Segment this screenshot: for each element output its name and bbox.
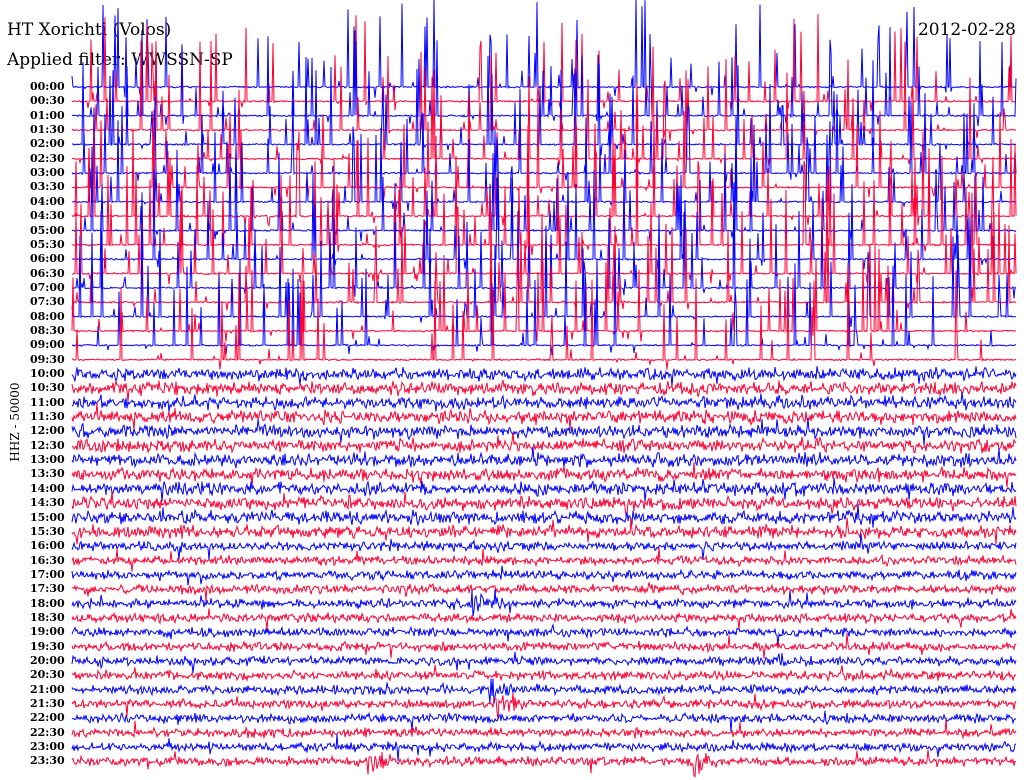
trace-row-1030 — [71, 379, 1017, 402]
trace-row-1330 — [71, 461, 1017, 487]
trace-row-2300 — [71, 734, 1016, 762]
trace-row-2230 — [71, 719, 1017, 740]
trace-row-1800 — [71, 589, 1017, 617]
trace-row-2000 — [71, 651, 1017, 674]
helicorder-plot — [71, 0, 1017, 778]
trace-row-2030 — [71, 664, 1017, 683]
trace-row-1300 — [71, 446, 1017, 469]
trace-row-1700 — [71, 565, 1017, 586]
trace-row-1000 — [71, 366, 1017, 387]
trace-row-1830 — [71, 608, 1017, 631]
trace-row-1100 — [71, 392, 1017, 413]
trace-row-0230 — [72, 69, 1017, 167]
trace-row-1900 — [71, 623, 1017, 646]
trace-row-1230 — [71, 432, 1017, 454]
trace-row-1730 — [71, 582, 1017, 602]
trace-row-0100 — [71, 26, 1017, 127]
trace-row-1400 — [71, 477, 1017, 502]
trace-row-2330 — [71, 749, 1017, 778]
trace-row-2200 — [71, 710, 1017, 732]
trace-row-1630 — [71, 547, 1017, 572]
trace-row-2100 — [71, 678, 1017, 704]
trace-row-1600 — [71, 533, 1017, 560]
trace-row-1130 — [71, 403, 1017, 431]
trace-row-1430 — [71, 490, 1017, 518]
